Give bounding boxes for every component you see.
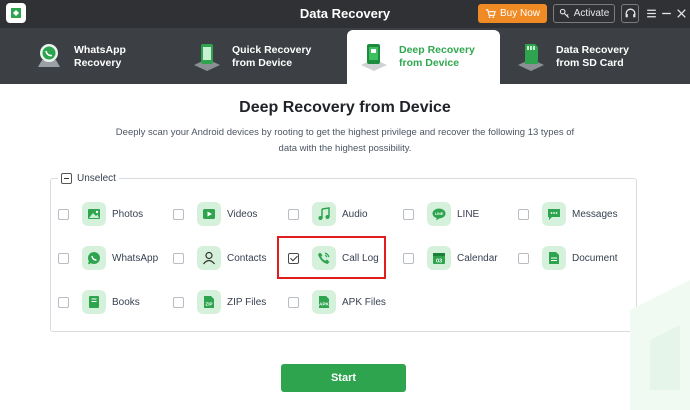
item-label: Document xyxy=(572,252,618,264)
buy-now-label: Buy Now xyxy=(499,8,540,19)
unselect-checkbox[interactable] xyxy=(61,173,72,184)
whatsapp-recovery-icon xyxy=(32,40,66,74)
zip-icon-text: ZIP xyxy=(205,302,212,307)
item-label: APK Files xyxy=(342,296,386,308)
data-type-audio[interactable]: Audio xyxy=(288,201,368,227)
book-icon xyxy=(82,290,106,314)
photos-checkbox[interactable] xyxy=(58,208,69,220)
tab-label-line2: from SD Card xyxy=(556,57,624,69)
item-label: Audio xyxy=(342,208,368,220)
videos-checkbox[interactable] xyxy=(173,208,184,220)
calendar-checkbox[interactable] xyxy=(403,252,414,264)
close-icon[interactable] xyxy=(672,4,690,23)
tab-label-line1: Deep Recovery xyxy=(399,44,475,56)
data-type-photos[interactable]: Photos xyxy=(58,201,143,227)
title-bar: Data Recovery Buy Now Activate xyxy=(0,0,690,28)
video-icon xyxy=(197,202,221,226)
apk-files-checkbox[interactable] xyxy=(288,296,299,308)
quick-recovery-icon xyxy=(190,40,224,74)
item-label: Contacts xyxy=(227,252,267,264)
messages-checkbox[interactable] xyxy=(518,208,529,220)
data-type-calendar[interactable]: 03 Calendar xyxy=(403,245,498,271)
books-checkbox[interactable] xyxy=(58,296,69,308)
tab-quick-recovery[interactable]: Quick Recovery from Device xyxy=(190,30,340,84)
tab-label-line1: Quick Recovery xyxy=(232,44,312,56)
apk-icon-text: APK xyxy=(319,302,329,307)
item-label: Calendar xyxy=(457,252,498,264)
tab-label-line2: from Device xyxy=(232,57,293,69)
data-type-videos[interactable]: Videos xyxy=(173,201,257,227)
buy-now-button[interactable]: Buy Now xyxy=(478,4,547,23)
tab-deep-recovery[interactable]: Deep Recovery from Device xyxy=(347,30,500,84)
data-type-messages[interactable]: Messages xyxy=(518,201,618,227)
item-label: WhatsApp xyxy=(112,252,159,264)
tab-sd-card-recovery[interactable]: Data Recovery from SD Card xyxy=(514,30,664,84)
item-label: Books xyxy=(112,296,140,308)
apk-file-icon: APK xyxy=(312,290,336,314)
zip-files-checkbox[interactable] xyxy=(173,296,184,308)
item-label: Videos xyxy=(227,208,258,220)
unselect-label: Unselect xyxy=(77,173,116,184)
line-icon-text: LINE xyxy=(435,212,444,216)
line-app-icon: LINE xyxy=(427,202,451,226)
tab-label-line1: Data Recovery xyxy=(556,44,629,56)
data-type-contacts[interactable]: Contacts xyxy=(173,245,266,271)
item-label: LINE xyxy=(457,208,480,220)
data-type-books[interactable]: Books xyxy=(58,289,140,315)
item-label: Photos xyxy=(112,208,144,220)
document-icon xyxy=(542,246,566,270)
document-checkbox[interactable] xyxy=(518,252,529,264)
audio-checkbox[interactable] xyxy=(288,208,299,220)
sd-card-icon xyxy=(514,40,548,74)
music-note-icon xyxy=(312,202,336,226)
page-description: Deeply scan your Android devices by root… xyxy=(115,127,575,154)
tab-bar: WhatsApp Recovery Quick Recovery from Devi… xyxy=(0,28,690,84)
whatsapp-icon xyxy=(82,246,106,270)
tab-label-line2: from Device xyxy=(399,57,460,69)
data-type-line[interactable]: LINE LINE xyxy=(403,201,479,227)
deep-recovery-icon xyxy=(357,40,391,74)
data-type-apk-files[interactable]: APK APK Files xyxy=(288,289,386,315)
data-type-whatsapp[interactable]: WhatsApp xyxy=(58,245,158,271)
whatsapp-checkbox[interactable] xyxy=(58,252,69,264)
line-checkbox[interactable] xyxy=(403,208,414,220)
page-title: Deep Recovery from Device xyxy=(239,99,451,116)
background-watermark xyxy=(630,280,690,410)
message-bubble-icon xyxy=(542,202,566,226)
cart-icon xyxy=(485,9,496,19)
zip-file-icon: ZIP xyxy=(197,290,221,314)
activate-button[interactable]: Activate xyxy=(553,4,615,23)
contacts-checkbox[interactable] xyxy=(173,252,184,264)
data-type-document[interactable]: Document xyxy=(518,245,618,271)
calendar-icon-text: 03 xyxy=(436,258,442,264)
tab-label-line1: WhatsApp xyxy=(74,44,126,56)
calendar-icon: 03 xyxy=(427,246,451,270)
data-type-zip-files[interactable]: ZIP ZIP Files xyxy=(173,289,266,315)
item-label: ZIP Files xyxy=(227,296,267,308)
item-label: Messages xyxy=(572,208,618,220)
activate-label: Activate xyxy=(573,8,610,19)
contact-person-icon xyxy=(197,246,221,270)
tab-label-line2: Recovery xyxy=(74,57,122,69)
photo-icon xyxy=(82,202,106,226)
call-log-highlight-box xyxy=(277,236,386,279)
unselect-toggle[interactable]: Unselect xyxy=(58,173,119,184)
support-headset-icon[interactable] xyxy=(621,4,639,23)
tab-whatsapp-recovery[interactable]: WhatsApp Recovery xyxy=(32,30,172,84)
start-button[interactable]: Start xyxy=(281,364,406,392)
key-icon xyxy=(559,8,569,19)
